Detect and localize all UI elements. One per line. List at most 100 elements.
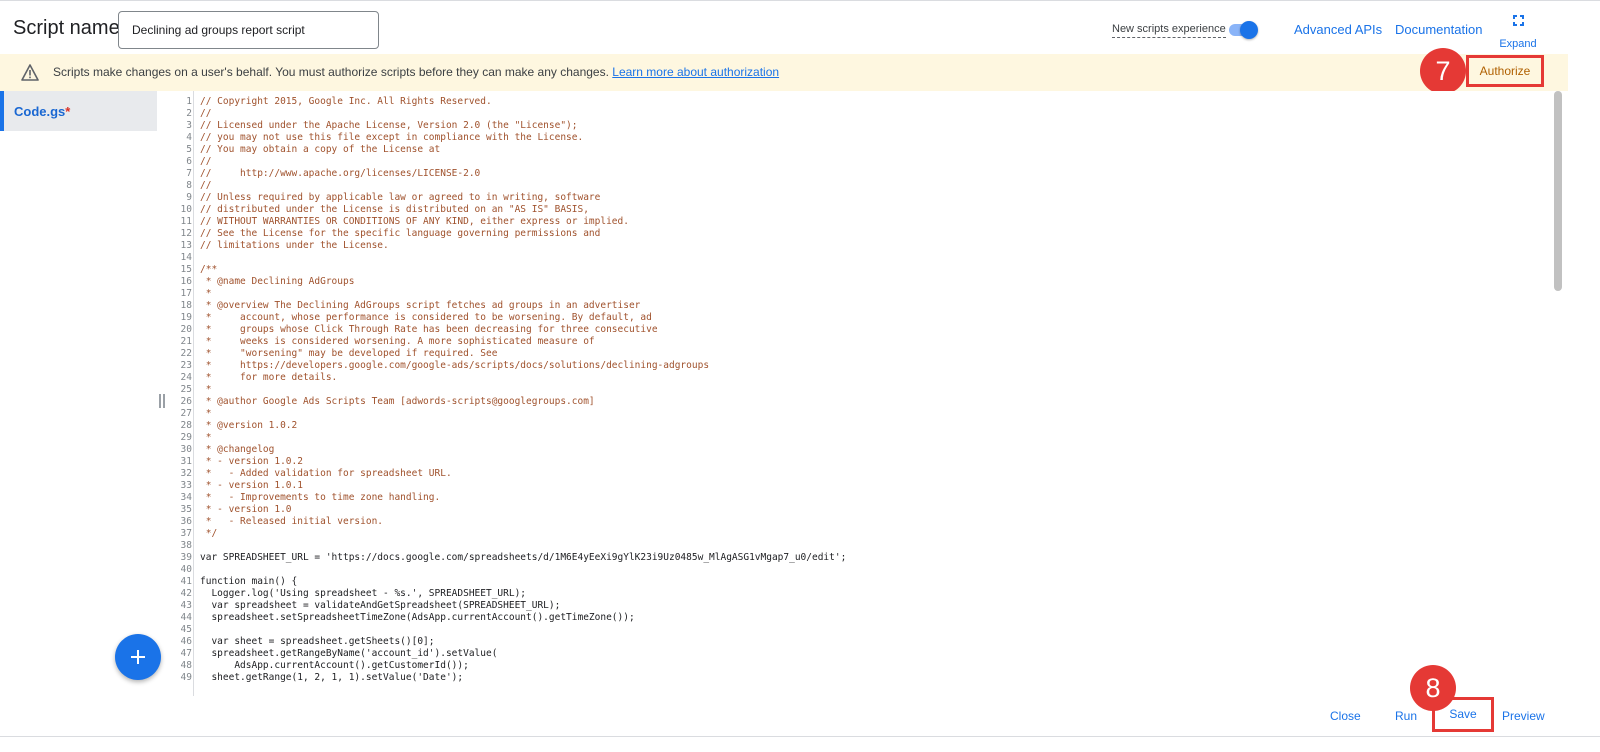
code-text: * - Released initial version. <box>200 516 384 527</box>
panel-resize-handle[interactable] <box>158 394 165 408</box>
code-line: 7 // http://www.apache.org/licenses/LICEN… <box>167 168 1547 180</box>
code-line: 31 * - version 1.0.2 <box>167 456 1547 468</box>
code-editor[interactable]: 1 // Copyright 2015, Google Inc. All Righ… <box>167 91 1554 696</box>
code-line: 39 var SPREADSHEET_URL = 'https://docs.go… <box>167 552 1547 564</box>
code-text: // you may not use this file except in c… <box>200 132 584 143</box>
toggle-knob <box>1240 21 1258 39</box>
line-number: 48 <box>180 660 192 671</box>
line-number: 27 <box>180 408 192 419</box>
line-number: 41 <box>180 576 192 587</box>
line-number: 4 <box>186 132 192 143</box>
code-line: 38 <box>167 540 1547 552</box>
code-text: * weeks is considered worsening. A more … <box>200 336 595 347</box>
close-button[interactable]: Close <box>1330 709 1361 723</box>
line-number: 26 <box>180 396 192 407</box>
line-number: 2 <box>186 108 192 119</box>
code-text: * <box>200 432 212 443</box>
code-text: * <box>200 384 212 395</box>
code-line: 46 var sheet = spreadsheet.getSheets()[0… <box>167 636 1547 648</box>
line-number: 15 <box>180 264 192 275</box>
code-text: spreadsheet.getRangeByName('account_id')… <box>200 648 498 659</box>
banner-text: Scripts make changes on a user's behalf.… <box>53 65 609 79</box>
documentation-link[interactable]: Documentation <box>1395 22 1482 37</box>
code-line: 9 // Unless required by applicable law or… <box>167 192 1547 204</box>
script-header: Script name: New scripts experience Adva… <box>0 0 1600 54</box>
code-text: * - version 1.0.2 <box>200 456 303 467</box>
file-name-text: Code.gs <box>14 104 66 119</box>
code-text: * @overview The Declining AdGroups scrip… <box>200 300 641 311</box>
line-number: 7 <box>186 168 192 179</box>
line-number: 16 <box>180 276 192 287</box>
code-text: * groups whose Click Through Rate has be… <box>200 324 658 335</box>
code-text: // distributed under the License is dist… <box>200 204 589 215</box>
code-text: * <box>200 288 212 299</box>
authorize-button[interactable]: Authorize <box>1466 55 1544 87</box>
banner-message: Scripts make changes on a user's behalf.… <box>53 65 779 79</box>
code-line: 48 AdsApp.currentAccount().getCustomerId… <box>167 660 1547 672</box>
code-text: * @version 1.0.2 <box>200 420 298 431</box>
line-number: 34 <box>180 492 192 503</box>
line-number: 5 <box>186 144 192 155</box>
code-text: AdsApp.currentAccount().getCustomerId())… <box>200 660 469 671</box>
line-number: 46 <box>180 636 192 647</box>
learn-more-authorization-link[interactable]: Learn more about authorization <box>612 65 779 79</box>
code-text: // Copyright 2015, Google Inc. All Right… <box>200 96 492 107</box>
code-line: 45 <box>167 624 1547 636</box>
line-number: 14 <box>180 252 192 263</box>
expand-button[interactable]: Expand <box>1498 15 1538 52</box>
code-line: 21 * weeks is considered worsening. A mo… <box>167 336 1547 348</box>
code-text: var sheet = spreadsheet.getSheets()[0]; <box>200 636 435 647</box>
editor-scrollbar[interactable] <box>1554 91 1562 291</box>
code-line: 37 */ <box>167 528 1547 540</box>
line-number: 40 <box>180 564 192 575</box>
code-line: 42 Logger.log('Using spreadsheet - %s.',… <box>167 588 1547 600</box>
code-text: // <box>200 108 212 119</box>
file-item-code-gs[interactable]: Code.gs* <box>0 91 157 131</box>
code-text: spreadsheet.setSpreadsheetTimeZone(AdsAp… <box>200 612 635 623</box>
code-line: 44 spreadsheet.setSpreadsheetTimeZone(Ad… <box>167 612 1547 624</box>
preview-button[interactable]: Preview <box>1502 709 1545 723</box>
line-number: 33 <box>180 480 192 491</box>
code-text: * "worsening" may be developed if requir… <box>200 348 498 359</box>
code-line: 3 // Licensed under the Apache License, V… <box>167 120 1547 132</box>
code-text: // limitations under the License. <box>200 240 389 251</box>
code-text: sheet.getRange(1, 2, 1, 1).setValue('Dat… <box>200 672 464 683</box>
line-number: 21 <box>180 336 192 347</box>
code-line: 34 * - Improvements to time zone handlin… <box>167 492 1547 504</box>
line-number: 49 <box>180 672 192 683</box>
line-number: 9 <box>186 192 192 203</box>
code-line: 47 spreadsheet.getRangeByName('account_i… <box>167 648 1547 660</box>
code-text: /** <box>200 264 218 275</box>
code-line: 18 * @overview The Declining AdGroups sc… <box>167 300 1547 312</box>
expand-label: Expand <box>1499 38 1537 50</box>
add-file-button[interactable] <box>115 634 161 680</box>
code-text: * - Added validation for spreadsheet URL… <box>200 468 452 479</box>
line-number: 37 <box>180 528 192 539</box>
line-number: 3 <box>186 120 192 131</box>
code-text: function main() { <box>200 576 298 587</box>
advanced-apis-link[interactable]: Advanced APIs <box>1294 22 1382 37</box>
code-text: // Unless required by applicable law or … <box>200 192 601 203</box>
new-scripts-experience-toggle[interactable] <box>1227 21 1258 39</box>
code-line: 20 * groups whose Click Through Rate has… <box>167 324 1547 336</box>
code-text: * for more details. <box>200 372 338 383</box>
run-button[interactable]: Run <box>1395 709 1417 723</box>
line-number: 44 <box>180 612 192 623</box>
code-text: * - version 1.0.1 <box>200 480 303 491</box>
line-number: 20 <box>180 324 192 335</box>
code-line: 19 * account, whose performance is consi… <box>167 312 1547 324</box>
line-number: 13 <box>180 240 192 251</box>
code-text: var SPREADSHEET_URL = 'https://docs.goog… <box>200 552 847 563</box>
code-text: // <box>200 180 212 191</box>
step-marker-authorize: 7 <box>1420 48 1466 94</box>
line-number: 29 <box>180 432 192 443</box>
line-number: 17 <box>180 288 192 299</box>
script-name-input[interactable] <box>118 11 379 49</box>
line-number: 28 <box>180 420 192 431</box>
line-number: 1 <box>186 96 192 107</box>
code-line: 40 <box>167 564 1547 576</box>
step-marker-save: 8 <box>1410 665 1456 711</box>
line-number: 36 <box>180 516 192 527</box>
line-number: 18 <box>180 300 192 311</box>
code-line: 35 * - version 1.0 <box>167 504 1547 516</box>
